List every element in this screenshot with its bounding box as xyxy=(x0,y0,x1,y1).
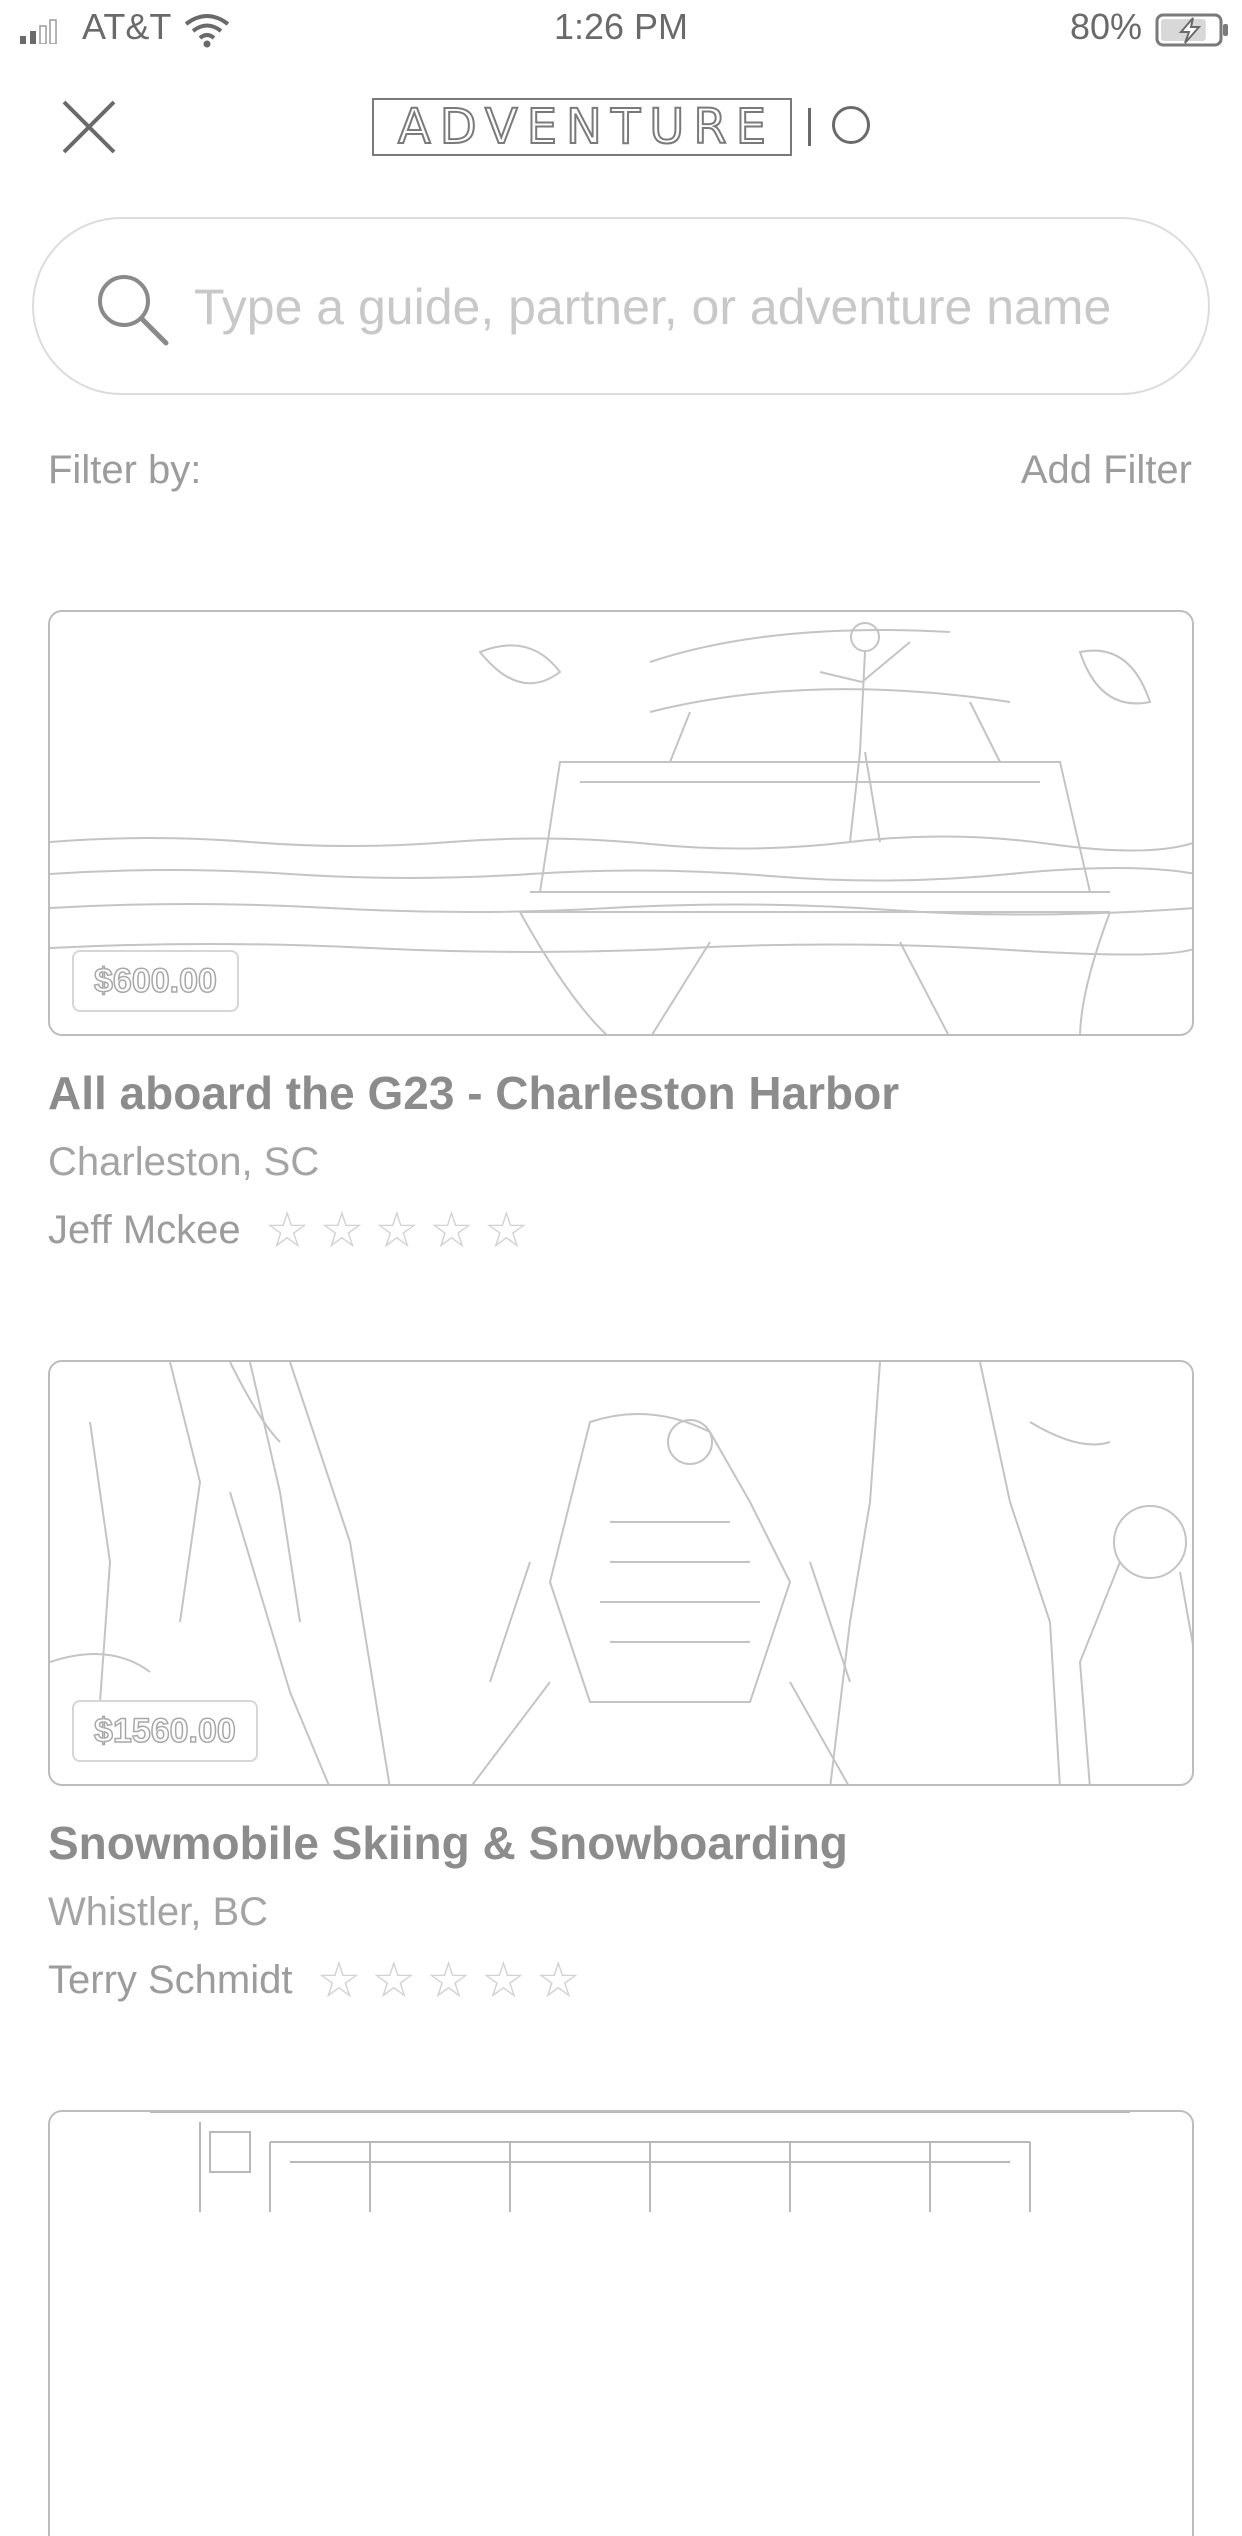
listing-card[interactable]: $1560.00 Snowmobile Skiing & Snowboardin… xyxy=(48,1360,1194,2005)
close-icon[interactable] xyxy=(60,98,118,156)
battery-charging-icon xyxy=(1155,13,1228,47)
listing-title[interactable]: All aboard the G23 - Charleston Harbor xyxy=(48,1066,1194,1120)
logo-circle-icon xyxy=(832,106,870,144)
star-icon: ☆ xyxy=(480,1952,526,2008)
cabin-illustration xyxy=(150,2112,1130,2212)
listing-card[interactable]: $600.00 All aboard the G23 - Charleston … xyxy=(48,610,1194,1255)
listing-title[interactable]: Snowmobile Skiing & Snowboarding xyxy=(48,1816,1194,1870)
logo-divider xyxy=(808,108,811,146)
cabin-photo[interactable] xyxy=(48,2110,1194,2536)
app-logo: ADVENTURE xyxy=(372,98,792,156)
star-icon: ☆ xyxy=(374,1202,420,1258)
star-icon: ☆ xyxy=(535,1952,581,2008)
logo-text: ADVENTURE xyxy=(397,99,776,155)
star-icon: ☆ xyxy=(264,1202,310,1258)
boat-photo[interactable]: $600.00 xyxy=(48,610,1194,1036)
star-icon: ☆ xyxy=(484,1202,529,1258)
status-bar: AT&T 1:26 PM 80% xyxy=(0,0,1242,60)
guide-name[interactable]: Jeff Mckee xyxy=(48,1208,241,1253)
guide-name[interactable]: Terry Schmidt xyxy=(48,1958,293,2003)
guide-row: Jeff Mckee ☆ ☆ ☆ ☆ ☆ xyxy=(48,1205,1194,1255)
guide-row: Terry Schmidt ☆ ☆ ☆ ☆ ☆ xyxy=(48,1955,1194,2005)
star-rating: ☆ ☆ ☆ ☆ ☆ xyxy=(265,1205,539,1255)
status-time: 1:26 PM xyxy=(553,6,689,47)
listing-card[interactable] xyxy=(48,2110,1194,2536)
star-icon: ☆ xyxy=(426,1952,471,2008)
search-input[interactable] xyxy=(194,263,1184,351)
star-icon: ☆ xyxy=(429,1202,474,1258)
snowmobile-photo[interactable]: $1560.00 xyxy=(48,1360,1194,1786)
star-icon: ☆ xyxy=(316,1952,362,2008)
battery-percent: 80% xyxy=(1070,6,1143,47)
search-bar[interactable] xyxy=(32,217,1210,395)
listing-location: Charleston, SC xyxy=(48,1140,320,1184)
listing-location: Whistler, BC xyxy=(48,1890,269,1934)
price-badge: $600.00 xyxy=(72,950,239,1012)
search-icon xyxy=(98,275,169,346)
star-icon: ☆ xyxy=(319,1202,365,1258)
price-badge: $1560.00 xyxy=(72,1700,258,1762)
star-rating: ☆ ☆ ☆ ☆ ☆ xyxy=(317,1955,591,2005)
filter-label: Filter by: xyxy=(48,448,202,492)
star-icon: ☆ xyxy=(371,1952,417,2008)
add-filter-button[interactable]: Add Filter xyxy=(1021,448,1192,493)
